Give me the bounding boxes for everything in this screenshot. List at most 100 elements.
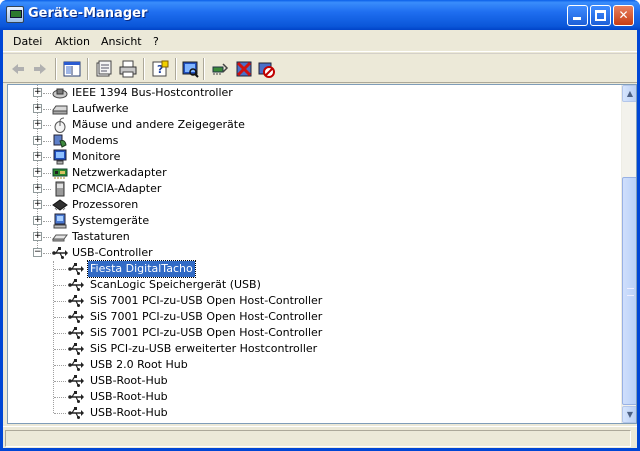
tree-category-label: Systemgeräte bbox=[72, 214, 150, 227]
modem-icon bbox=[53, 134, 67, 148]
expand-icon[interactable]: + bbox=[33, 216, 42, 225]
tree-connector bbox=[54, 349, 66, 350]
tree-connector bbox=[43, 221, 51, 222]
tree-device-item[interactable]: USB-Root-Hub bbox=[8, 373, 608, 389]
uninstall-icon[interactable] bbox=[235, 60, 253, 78]
tree-connector bbox=[54, 397, 66, 398]
close-button[interactable]: ✕ bbox=[613, 5, 634, 26]
update-driver-icon[interactable] bbox=[211, 60, 229, 78]
monitor-icon bbox=[53, 149, 67, 165]
tree-category-ieee1394[interactable]: + IEEE 1394 Bus-Hostcontroller bbox=[8, 85, 608, 101]
scrollbar-thumb[interactable] bbox=[622, 177, 636, 405]
tree-connector bbox=[54, 301, 66, 302]
expand-icon[interactable]: + bbox=[33, 104, 42, 113]
tree-connector bbox=[43, 93, 51, 94]
back-icon[interactable] bbox=[9, 60, 27, 78]
collapse-icon[interactable]: − bbox=[33, 248, 42, 257]
tree-category-label: Modems bbox=[72, 134, 119, 147]
minimize-button[interactable] bbox=[567, 5, 588, 26]
menu-aktion[interactable]: Aktion bbox=[55, 35, 90, 48]
help-icon[interactable]: ? bbox=[151, 60, 169, 78]
tree-connector bbox=[54, 333, 66, 334]
tree-category-label: USB-Controller bbox=[72, 246, 153, 259]
menu-help[interactable]: ? bbox=[153, 35, 159, 48]
expand-icon[interactable]: + bbox=[33, 152, 42, 161]
properties-icon[interactable] bbox=[95, 60, 113, 78]
tree-connector bbox=[43, 109, 51, 110]
usb-icon bbox=[68, 407, 84, 419]
tree-category-label: IEEE 1394 Bus-Hostcontroller bbox=[72, 86, 233, 99]
tree-category-systemgeraete[interactable]: + Systemgeräte bbox=[8, 213, 608, 229]
disable-icon[interactable] bbox=[257, 60, 275, 78]
scan-hardware-icon[interactable] bbox=[181, 60, 199, 78]
forward-icon[interactable] bbox=[31, 60, 49, 78]
expand-icon[interactable]: + bbox=[33, 184, 42, 193]
tree-device-item[interactable]: USB-Root-Hub bbox=[8, 405, 608, 421]
tree-category-prozessoren[interactable]: + Prozessoren bbox=[8, 197, 608, 213]
tree-device-item[interactable]: SiS PCI-zu-USB erweiterter Hostcontrolle… bbox=[8, 341, 608, 357]
tree-connector bbox=[43, 205, 51, 206]
tree-device-item[interactable]: SiS 7001 PCI-zu-USB Open Host-Controller bbox=[8, 309, 608, 325]
tree-device-label: ScanLogic Speichergerät (USB) bbox=[90, 278, 261, 291]
pcmcia-icon bbox=[55, 181, 65, 197]
tree-category-label: Tastaturen bbox=[72, 230, 130, 243]
tree-category-modems[interactable]: + Modems bbox=[8, 133, 608, 149]
expand-icon[interactable]: + bbox=[33, 200, 42, 209]
maximize-button[interactable] bbox=[590, 5, 611, 26]
close-icon: ✕ bbox=[618, 8, 629, 22]
tree-category-label: Prozessoren bbox=[72, 198, 139, 211]
drive-icon bbox=[52, 105, 68, 115]
tree-device-label: USB-Root-Hub bbox=[90, 374, 168, 387]
tree-connector bbox=[54, 317, 66, 318]
toolbar: ? bbox=[3, 53, 637, 83]
tree-device-label: USB-Root-Hub bbox=[90, 406, 168, 419]
menu-ansicht[interactable]: Ansicht bbox=[101, 35, 142, 48]
tree-category-tastaturen[interactable]: + Tastaturen bbox=[8, 229, 608, 245]
tree-connector bbox=[43, 253, 51, 254]
tree-category-maeuse[interactable]: + Mäuse und andere Zeigegeräte bbox=[8, 117, 608, 133]
maximize-icon bbox=[595, 10, 606, 21]
tree-category-netzwerk[interactable]: + Netzwerkadapter bbox=[8, 165, 608, 181]
expand-icon[interactable]: + bbox=[33, 168, 42, 177]
device-manager-window: Geräte-Manager ✕ Datei Aktion Ansicht ? bbox=[0, 0, 640, 451]
tree-device-item[interactable]: USB-Root-Hub bbox=[8, 389, 608, 405]
expand-icon[interactable]: + bbox=[33, 88, 42, 97]
tree-device-item[interactable]: Fiesta DigitalTacho bbox=[8, 260, 608, 278]
tree-category-monitore[interactable]: + Monitore bbox=[8, 149, 608, 165]
toolbar-separator bbox=[87, 58, 89, 80]
usb-icon bbox=[68, 391, 84, 403]
tree-category-pcmcia[interactable]: + PCMCIA-Adapter bbox=[8, 181, 608, 197]
expand-icon[interactable]: + bbox=[33, 136, 42, 145]
tree-connector bbox=[43, 237, 51, 238]
scroll-up-button[interactable]: ▲ bbox=[622, 85, 636, 102]
chevron-up-icon: ▲ bbox=[626, 89, 634, 98]
expand-icon[interactable]: + bbox=[33, 232, 42, 241]
tree-category-usb-controller[interactable]: − USB-Controller bbox=[8, 245, 608, 261]
vertical-scrollbar[interactable]: ▲ ▼ bbox=[621, 85, 636, 423]
tree-device-item[interactable]: ScanLogic Speichergerät (USB) bbox=[8, 277, 608, 293]
tree-device-item[interactable]: SiS 7001 PCI-zu-USB Open Host-Controller bbox=[8, 293, 608, 309]
usb-icon bbox=[68, 279, 84, 291]
tree-device-label: SiS 7001 PCI-zu-USB Open Host-Controller bbox=[90, 326, 323, 339]
status-bar bbox=[3, 426, 637, 448]
tree-connector bbox=[43, 125, 51, 126]
tree-device-item[interactable]: SiS 7001 PCI-zu-USB Open Host-Controller bbox=[8, 325, 608, 341]
processor-icon bbox=[52, 199, 68, 211]
title-bar[interactable]: Geräte-Manager ✕ bbox=[0, 0, 640, 30]
usb-icon bbox=[68, 375, 84, 387]
tree-device-item[interactable]: USB 2.0 Root Hub bbox=[8, 357, 608, 373]
usb-icon bbox=[68, 327, 84, 339]
device-tree[interactable]: + IEEE 1394 Bus-Hostcontroller + Laufwer… bbox=[7, 84, 637, 424]
show-hide-tree-icon[interactable] bbox=[63, 60, 81, 78]
tree-device-label: SiS PCI-zu-USB erweiterter Hostcontrolle… bbox=[90, 342, 318, 355]
scroll-down-button[interactable]: ▼ bbox=[622, 406, 636, 423]
usb-icon bbox=[68, 359, 84, 371]
tree-connector bbox=[54, 269, 66, 270]
tree-category-laufwerke[interactable]: + Laufwerke bbox=[8, 101, 608, 117]
menu-datei[interactable]: Datei bbox=[13, 35, 42, 48]
print-icon[interactable] bbox=[119, 60, 137, 78]
minimize-icon bbox=[573, 17, 581, 20]
tree-category-label: Monitore bbox=[72, 150, 121, 163]
expand-icon[interactable]: + bbox=[33, 120, 42, 129]
usb-icon bbox=[68, 295, 84, 307]
